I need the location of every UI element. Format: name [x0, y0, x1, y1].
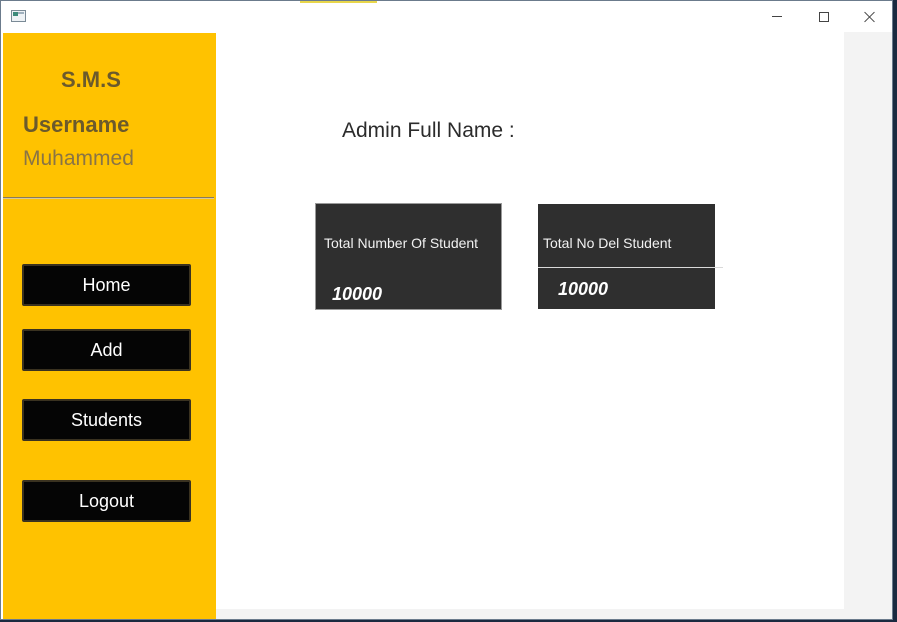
total-students-card: Total Number Of Student 10000 — [315, 203, 502, 310]
card-value: 10000 — [558, 279, 609, 299]
app-brand: S.M.S — [61, 67, 121, 92]
maximize-button[interactable] — [801, 1, 847, 32]
card-title: Total No Del Student — [543, 235, 672, 251]
app-window-icon — [11, 10, 26, 22]
card-divider — [538, 267, 723, 268]
username-label: Username — [23, 112, 130, 137]
maximize-icon — [819, 11, 829, 22]
minimize-button[interactable] — [754, 1, 800, 32]
window-gutter-right — [844, 32, 892, 619]
window-gutter-bottom — [216, 609, 844, 619]
close-button[interactable] — [847, 1, 893, 32]
sidebar-divider — [3, 197, 214, 199]
close-icon — [864, 11, 876, 23]
title-accent-bar — [300, 1, 377, 3]
card-title: Total Number Of Student — [324, 235, 479, 251]
total-deleted-students-card: Total No Del Student 10000 — [538, 204, 723, 309]
home-button[interactable]: Home — [22, 264, 191, 306]
card-value: 10000 — [332, 284, 383, 304]
sidebar: S.M.S Username Muhammed Home Add Student… — [3, 33, 216, 619]
students-button[interactable]: Students — [22, 399, 191, 441]
admin-full-name-label: Admin Full Name : — [342, 119, 515, 142]
add-button[interactable]: Add — [22, 329, 191, 371]
username-value: Muhammed — [23, 147, 134, 170]
title-bar[interactable] — [1, 1, 892, 32]
app-window: S.M.S Username Muhammed Home Add Student… — [0, 0, 893, 620]
logout-button[interactable]: Logout — [22, 480, 191, 522]
minimize-icon — [772, 16, 782, 17]
